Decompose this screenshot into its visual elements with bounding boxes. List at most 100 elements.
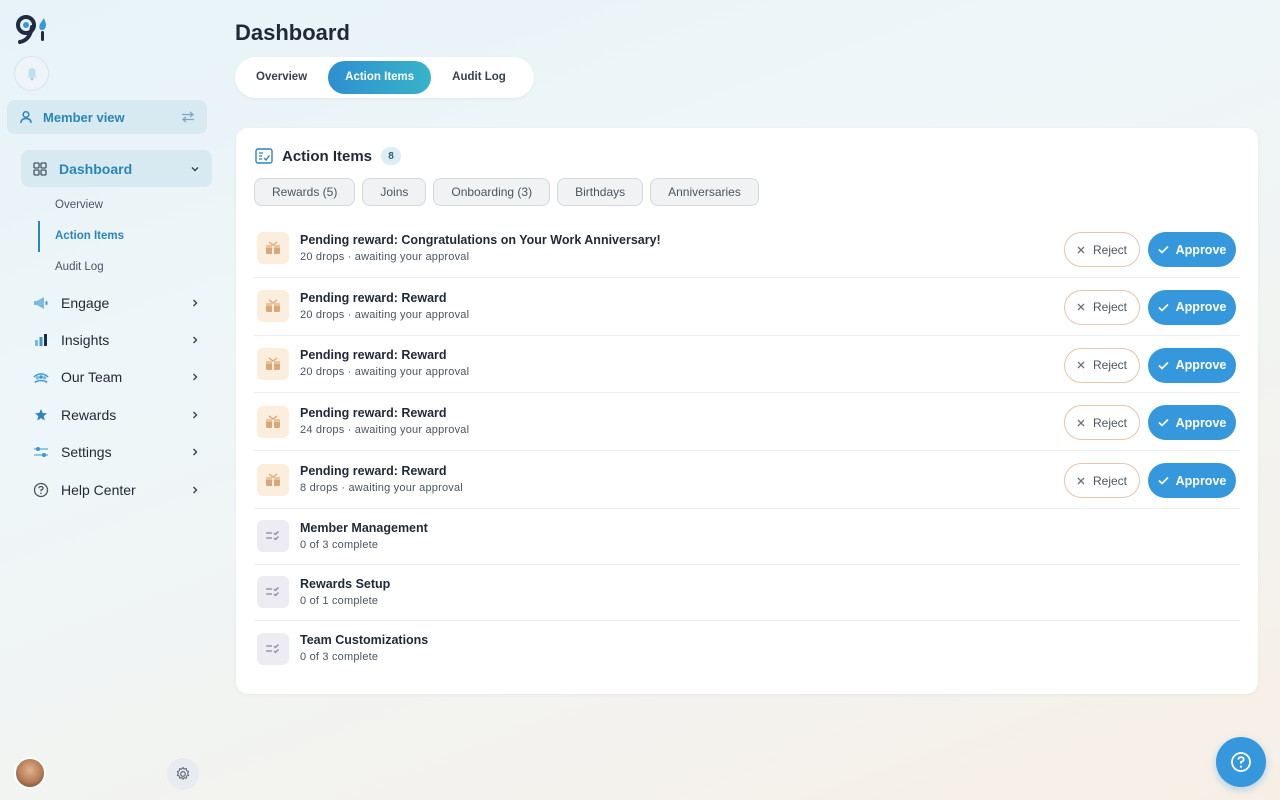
filter-chips: Rewards (5) Joins Onboarding (3) Birthda… <box>254 178 759 206</box>
check-icon <box>1158 477 1169 485</box>
row-subtitle: 20 drops · awaiting your approval <box>300 308 470 321</box>
approve-button[interactable]: Approve <box>1148 232 1236 267</box>
sidebar-item-engage[interactable]: Engage <box>21 284 212 321</box>
close-icon <box>1077 419 1085 427</box>
checklist-icon <box>255 148 273 164</box>
star-icon <box>33 407 49 423</box>
member-view-label: Member view <box>43 109 125 125</box>
chevron-right-icon <box>193 448 198 456</box>
task-row[interactable]: Member Management 0 of 3 complete <box>254 509 1240 565</box>
chevron-right-icon <box>193 299 198 307</box>
row-title: Pending reward: Reward <box>300 406 447 421</box>
gift-icon <box>257 463 289 496</box>
task-list-icon <box>257 520 289 553</box>
sidebar-item-help-center[interactable]: Help Center <box>21 471 212 508</box>
task-row[interactable]: Team Customizations 0 of 3 complete <box>254 621 1240 677</box>
reward-row: Pending reward: Reward 8 drops · awaitin… <box>254 451 1240 509</box>
help-button[interactable] <box>1216 737 1266 787</box>
dashboard-tabs: Overview Action Items Audit Log <box>235 57 534 98</box>
reject-button[interactable]: Reject <box>1064 289 1140 325</box>
reward-row: Pending reward: Congratulations on Your … <box>254 220 1240 278</box>
filter-birthdays[interactable]: Birthdays <box>557 178 644 206</box>
tab-audit-log[interactable]: Audit Log <box>435 61 523 94</box>
bell-icon <box>26 67 37 80</box>
sidebar-item-insights[interactable]: Insights <box>21 321 212 358</box>
app-logo[interactable] <box>14 14 50 46</box>
member-view-toggle[interactable]: Member view <box>7 100 207 134</box>
approve-button[interactable]: Approve <box>1148 405 1236 441</box>
filter-joins[interactable]: Joins <box>362 178 427 206</box>
subnav-action-items[interactable]: Action Items <box>38 221 208 252</box>
sidebar-item-label: Our Team <box>61 369 123 386</box>
card-header: Action Items 8 <box>255 147 402 165</box>
subnav-audit-log[interactable]: Audit Log <box>38 252 208 283</box>
settings-button[interactable] <box>167 758 199 790</box>
card-title: Action Items <box>282 147 373 165</box>
filter-anniversaries[interactable]: Anniversaries <box>650 178 759 206</box>
approve-button[interactable]: Approve <box>1148 289 1236 325</box>
tab-action-items[interactable]: Action Items <box>328 61 432 94</box>
gear-icon <box>176 766 190 780</box>
reject-label: Reject <box>1092 473 1127 488</box>
tab-overview[interactable]: Overview <box>239 61 324 94</box>
row-title: Pending reward: Reward <box>300 290 447 305</box>
reject-label: Reject <box>1092 300 1127 315</box>
sidebar-item-label: Help Center <box>61 481 136 498</box>
sidebar-item-rewards[interactable]: Rewards <box>21 396 212 433</box>
check-icon <box>1158 245 1169 254</box>
check-icon <box>1158 419 1169 428</box>
chevron-right-icon <box>193 336 198 344</box>
approve-label: Approve <box>1175 358 1227 373</box>
row-subtitle: 0 of 3 complete <box>300 651 379 664</box>
notifications-button[interactable] <box>14 56 49 91</box>
filter-onboarding[interactable]: Onboarding (3) <box>433 178 551 206</box>
sidebar-nav: Engage Insights Our Team Rewards Setting… <box>21 284 212 508</box>
row-subtitle: 24 drops · awaiting your approval <box>300 424 470 437</box>
sidebar-item-label: Rewards <box>61 406 117 423</box>
user-avatar[interactable] <box>14 757 46 789</box>
user-icon <box>20 110 32 124</box>
reject-button[interactable]: Reject <box>1064 463 1140 499</box>
row-title: Team Customizations <box>300 633 429 648</box>
row-subtitle: 20 drops · awaiting your approval <box>300 250 470 263</box>
check-icon <box>1158 361 1169 370</box>
approve-label: Approve <box>1175 415 1227 430</box>
task-row[interactable]: Rewards Setup 0 of 1 complete <box>254 565 1240 621</box>
dashboard-subnav: Overview Action Items Audit Log <box>38 190 208 283</box>
chevron-right-icon <box>193 411 198 419</box>
reject-button[interactable]: Reject <box>1064 232 1140 267</box>
close-icon <box>1077 361 1085 369</box>
approve-label: Approve <box>1175 473 1227 488</box>
bar-chart-icon <box>33 332 49 348</box>
sidebar: Member view Dashboard Overview Action It… <box>0 0 220 800</box>
filter-rewards[interactable]: Rewards (5) <box>254 178 356 206</box>
row-title: Rewards Setup <box>300 576 391 591</box>
reject-label: Reject <box>1092 242 1127 257</box>
reject-button[interactable]: Reject <box>1064 347 1140 383</box>
approve-label: Approve <box>1175 300 1227 315</box>
subnav-overview[interactable]: Overview <box>38 190 208 221</box>
sidebar-item-label: Insights <box>61 332 110 349</box>
sidebar-item-our-team[interactable]: Our Team <box>21 359 212 396</box>
row-subtitle: 0 of 1 complete <box>300 594 379 607</box>
reject-button[interactable]: Reject <box>1064 405 1140 441</box>
page-title: Dashboard <box>235 20 350 45</box>
action-list: Pending reward: Congratulations on Your … <box>254 220 1240 677</box>
approve-button[interactable]: Approve <box>1148 347 1236 383</box>
sidebar-item-settings[interactable]: Settings <box>21 434 212 471</box>
reject-label: Reject <box>1092 415 1127 430</box>
count-badge: 8 <box>381 147 402 165</box>
reject-label: Reject <box>1092 358 1127 373</box>
help-circle-icon <box>33 482 49 498</box>
sidebar-item-label: Dashboard <box>59 160 133 177</box>
sidebar-item-dashboard[interactable]: Dashboard <box>21 150 212 187</box>
row-subtitle: 0 of 3 complete <box>300 538 379 551</box>
row-title: Pending reward: Reward <box>300 348 447 363</box>
row-title: Pending reward: Congratulations on Your … <box>300 232 661 247</box>
sliders-icon <box>33 444 49 460</box>
gift-icon <box>257 290 289 323</box>
approve-button[interactable]: Approve <box>1148 463 1236 499</box>
close-icon <box>1077 246 1085 253</box>
row-title: Pending reward: Reward <box>300 464 447 479</box>
reward-row: Pending reward: Reward 20 drops · awaiti… <box>254 278 1240 336</box>
